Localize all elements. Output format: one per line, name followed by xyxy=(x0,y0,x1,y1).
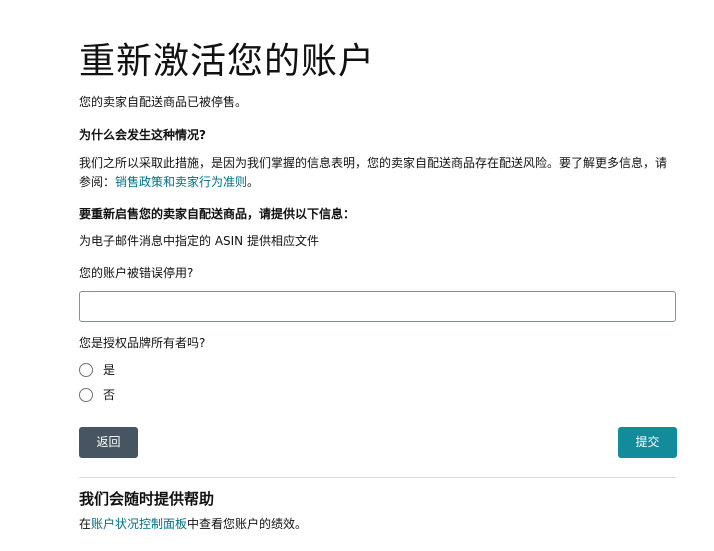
requirements-heading: 要重新启售您的卖家自配送商品，请提供以下信息： xyxy=(79,207,356,221)
brand-owner-label: 您是授权品牌所有者吗? xyxy=(79,336,206,350)
help-text: 在账户状况控制面板中查看您账户的绩效。 xyxy=(79,516,307,532)
radio-circle-icon[interactable] xyxy=(79,363,93,377)
section-divider xyxy=(79,477,676,478)
account-health-dashboard-link[interactable]: 账户状况控制面板 xyxy=(91,517,187,531)
requirement-item: 为电子邮件消息中指定的 ASIN 提供相应文件 xyxy=(79,234,319,248)
why-explanation-end: 。 xyxy=(247,175,260,189)
selling-policies-link[interactable]: 销售政策和卖家行为准则 xyxy=(115,175,247,189)
page-title: 重新激活您的账户 xyxy=(79,41,376,82)
radio-option-label: 是 xyxy=(103,363,116,377)
page-subtitle: 您的卖家自配送商品已被停售。 xyxy=(79,95,248,109)
radio-option-no[interactable]: 否 xyxy=(79,386,115,404)
help-heading: 我们会随时提供帮助 xyxy=(79,490,215,508)
submit-button[interactable]: 提交 xyxy=(618,427,677,458)
why-explanation: 我们之所以采取此措施，是因为我们掌握的信息表明，您的卖家自配送商品存在配送风险。… xyxy=(79,154,675,192)
radio-option-yes[interactable]: 是 xyxy=(79,361,115,379)
why-heading: 为什么会发生这种情况? xyxy=(79,128,206,142)
back-button[interactable]: 返回 xyxy=(79,427,138,458)
help-text-start: 在 xyxy=(79,517,92,531)
wrongly-deactivated-input[interactable] xyxy=(79,291,676,322)
radio-option-label: 否 xyxy=(103,388,116,402)
wrongly-deactivated-label: 您的账户被错误停用? xyxy=(79,266,194,280)
radio-circle-icon[interactable] xyxy=(79,388,93,402)
help-text-end: 中查看您账户的绩效。 xyxy=(187,517,308,531)
